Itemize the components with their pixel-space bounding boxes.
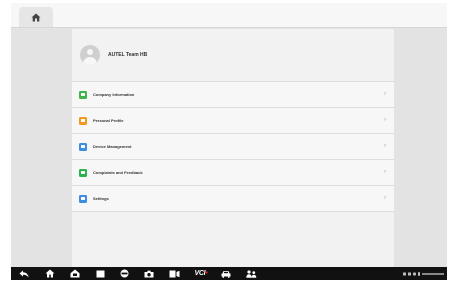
settings-menu: Company Information › Personal Profile ›… (72, 81, 394, 212)
settings-icon (79, 194, 87, 203)
house-button[interactable] (66, 267, 84, 280)
remote-support-button[interactable] (242, 267, 260, 280)
menu-item-device-management[interactable]: Device Management › (72, 134, 394, 160)
menu-item-label: Settings (93, 196, 109, 201)
home-icon (31, 13, 41, 21)
car-icon (221, 270, 231, 278)
menu-item-company-information[interactable]: Company Information › (72, 82, 394, 108)
camera-icon (144, 270, 154, 277)
menu-item-label: Complaints and Feedback (93, 170, 143, 175)
browser-button[interactable] (115, 267, 133, 280)
app-screen: AUTEL Team HB Company Information › Pers… (11, 3, 447, 280)
back-button[interactable] (15, 267, 33, 280)
window-icon (96, 270, 104, 277)
profile-panel: AUTEL Team HB Company Information › Pers… (72, 29, 394, 267)
house-icon (70, 269, 80, 278)
profile-icon (79, 116, 87, 125)
menu-item-label: Company Information (93, 92, 135, 97)
user-account-row[interactable]: AUTEL Team HB (72, 33, 394, 77)
camera-button[interactable] (140, 267, 158, 280)
home-tab[interactable] (19, 7, 53, 27)
feedback-icon (79, 168, 87, 177)
vci-button[interactable]: VCI• (190, 267, 212, 280)
menu-item-complaints-feedback[interactable]: Complaints and Feedback › (72, 160, 394, 186)
user-name: AUTEL Team HB (108, 52, 148, 58)
chevron-right-icon: › (384, 91, 386, 97)
recent-apps-button[interactable] (91, 267, 109, 280)
system-navbar: VCI• (11, 267, 447, 280)
vci-icon: VCI• (194, 270, 208, 277)
screen-record-icon (169, 270, 179, 277)
menu-item-settings[interactable]: Settings › (72, 186, 394, 212)
menu-item-label: Personal Profile (93, 118, 124, 123)
home-button[interactable] (41, 267, 59, 280)
back-icon (19, 270, 29, 277)
browser-icon (120, 269, 128, 278)
chevron-right-icon: › (384, 195, 386, 201)
company-icon (79, 90, 87, 99)
menu-item-label: Device Management (93, 144, 132, 149)
chevron-right-icon: › (384, 143, 386, 149)
home-icon (45, 269, 55, 278)
tab-bar (11, 3, 447, 28)
menu-item-personal-profile[interactable]: Personal Profile › (72, 108, 394, 134)
car-button[interactable] (217, 267, 235, 280)
screen-record-button[interactable] (165, 267, 183, 280)
chevron-right-icon: › (384, 117, 386, 123)
people-icon (245, 269, 256, 278)
status-icons (403, 272, 444, 276)
avatar (80, 45, 100, 65)
device-icon (79, 142, 87, 151)
chevron-right-icon: › (384, 169, 386, 175)
